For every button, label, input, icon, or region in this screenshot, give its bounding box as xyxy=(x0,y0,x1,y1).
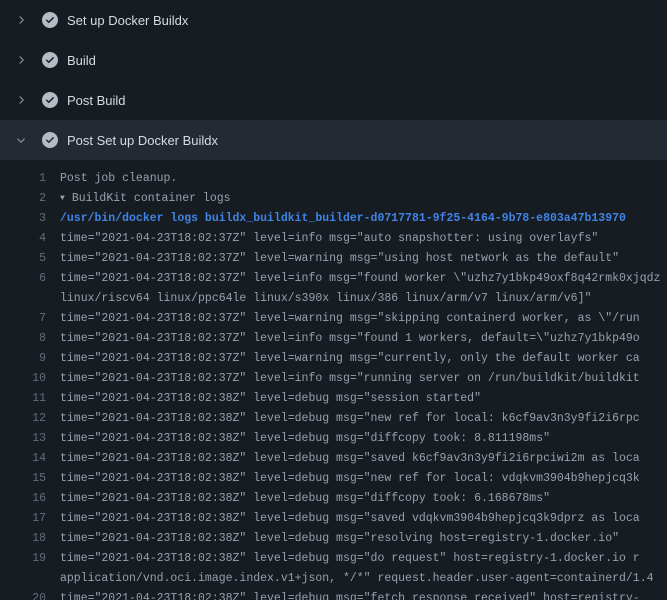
log-text: time="2021-04-23T18:02:38Z" level=debug … xyxy=(60,389,481,409)
log-text: time="2021-04-23T18:02:38Z" level=debug … xyxy=(60,409,640,429)
log-line: 5 time="2021-04-23T18:02:37Z" level=warni… xyxy=(0,249,667,269)
log-text: time="2021-04-23T18:02:37Z" level=info m… xyxy=(60,269,660,289)
line-number[interactable]: 20 xyxy=(0,589,46,600)
check-circle-icon xyxy=(42,52,58,68)
chevron-right-icon xyxy=(13,52,29,68)
log-text: time="2021-04-23T18:02:38Z" level=debug … xyxy=(60,589,640,600)
log-line: linux/riscv64 linux/ppc64le linux/s390x … xyxy=(0,289,667,309)
log-text: time="2021-04-23T18:02:37Z" level=info m… xyxy=(60,369,640,389)
log-lines: 1 Post job cleanup. 2 ▼ BuildKit container l… xyxy=(0,160,667,600)
log-line: 14 time="2021-04-23T18:02:38Z" level=debu… xyxy=(0,449,667,469)
log-text: time="2021-04-23T18:02:37Z" level=info m… xyxy=(60,329,640,349)
log-line: 11 time="2021-04-23T18:02:38Z" level=debu… xyxy=(0,389,667,409)
line-number[interactable]: 8 xyxy=(0,329,46,349)
log-text: time="2021-04-23T18:02:38Z" level=debug … xyxy=(60,469,640,489)
log-text: time="2021-04-23T18:02:38Z" level=debug … xyxy=(60,509,640,529)
log-text: time="2021-04-23T18:02:38Z" level=debug … xyxy=(60,549,640,569)
line-number[interactable]: 1 xyxy=(0,169,46,189)
line-number[interactable]: 19 xyxy=(0,549,46,569)
line-number[interactable]: 14 xyxy=(0,449,46,469)
log-text: time="2021-04-23T18:02:37Z" level=warnin… xyxy=(60,349,640,369)
step-header-set-up-docker-buildx[interactable]: Set up Docker Buildx xyxy=(0,0,667,40)
steps-list: Set up Docker Buildx Build Post Build Post … xyxy=(0,0,667,160)
line-number[interactable]: 11 xyxy=(0,389,46,409)
log-text: time="2021-04-23T18:02:37Z" level=warnin… xyxy=(60,249,619,269)
log-text: time="2021-04-23T18:02:38Z" level=debug … xyxy=(60,429,550,449)
log-line: 19 time="2021-04-23T18:02:38Z" level=debu… xyxy=(0,549,667,569)
line-number[interactable]: 17 xyxy=(0,509,46,529)
step-title: Build xyxy=(67,53,96,68)
step-title: Set up Docker Buildx xyxy=(67,13,188,28)
line-number[interactable]: 4 xyxy=(0,229,46,249)
line-number[interactable]: 15 xyxy=(0,469,46,489)
log-text: time="2021-04-23T18:02:38Z" level=debug … xyxy=(60,529,619,549)
line-number[interactable]: 2 xyxy=(0,189,46,209)
log-line: 8 time="2021-04-23T18:02:37Z" level=info … xyxy=(0,329,667,349)
log-line: 13 time="2021-04-23T18:02:38Z" level=debu… xyxy=(0,429,667,449)
line-number[interactable]: 5 xyxy=(0,249,46,269)
log-text: application/vnd.oci.image.index.v1+json,… xyxy=(60,569,654,589)
command-text: /usr/bin/docker logs buildx_buildkit_bui… xyxy=(60,209,626,229)
check-circle-icon xyxy=(42,92,58,108)
check-circle-icon xyxy=(42,132,58,148)
step-header-post-set-up-docker-buildx[interactable]: Post Set up Docker Buildx xyxy=(0,120,667,160)
log-text: Post job cleanup. xyxy=(60,169,177,189)
log-line: 9 time="2021-04-23T18:02:37Z" level=warni… xyxy=(0,349,667,369)
log-line: 2 ▼ BuildKit container logs xyxy=(0,189,667,209)
step-header-build[interactable]: Build xyxy=(0,40,667,80)
line-number[interactable]: 9 xyxy=(0,349,46,369)
line-number[interactable]: 18 xyxy=(0,529,46,549)
log-line: 4 time="2021-04-23T18:02:37Z" level=info … xyxy=(0,229,667,249)
log-line: 1 Post job cleanup. xyxy=(0,169,667,189)
log-line: 3/usr/bin/docker logs buildx_buildkit_bu… xyxy=(0,209,667,229)
log-line: 15 time="2021-04-23T18:02:38Z" level=debu… xyxy=(0,469,667,489)
log-line: 12 time="2021-04-23T18:02:38Z" level=debu… xyxy=(0,409,667,429)
line-number[interactable]: 7 xyxy=(0,309,46,329)
log-line: 6 time="2021-04-23T18:02:37Z" level=info … xyxy=(0,269,667,289)
log-text: time="2021-04-23T18:02:38Z" level=debug … xyxy=(60,449,640,469)
log-line: 16 time="2021-04-23T18:02:38Z" level=debu… xyxy=(0,489,667,509)
step-title: Post Set up Docker Buildx xyxy=(67,133,218,148)
log-text: linux/riscv64 linux/ppc64le linux/s390x … xyxy=(60,289,591,309)
line-number xyxy=(0,569,46,589)
line-number[interactable]: 16 xyxy=(0,489,46,509)
collapse-triangle-icon[interactable]: ▼ xyxy=(60,189,65,209)
log-line: 17 time="2021-04-23T18:02:38Z" level=debu… xyxy=(0,509,667,529)
line-number[interactable]: 10 xyxy=(0,369,46,389)
line-number[interactable]: 13 xyxy=(0,429,46,449)
line-number xyxy=(0,289,46,309)
step-header-post-build[interactable]: Post Build xyxy=(0,80,667,120)
chevron-right-icon xyxy=(13,12,29,28)
log-text: time="2021-04-23T18:02:37Z" level=info m… xyxy=(60,229,598,249)
line-number[interactable]: 6 xyxy=(0,269,46,289)
group-label: BuildKit container logs xyxy=(72,192,231,205)
check-circle-icon xyxy=(42,12,58,28)
log-line: 18 time="2021-04-23T18:02:38Z" level=debu… xyxy=(0,529,667,549)
step-title: Post Build xyxy=(67,93,126,108)
log-line: 7 time="2021-04-23T18:02:37Z" level=warni… xyxy=(0,309,667,329)
log-line: 20 time="2021-04-23T18:02:38Z" level=debu… xyxy=(0,589,667,600)
line-number[interactable]: 3 xyxy=(0,209,46,229)
chevron-right-icon xyxy=(13,92,29,108)
actions-log-viewer: Set up Docker Buildx Build Post Build Post … xyxy=(0,0,667,600)
log-group: ▼ BuildKit container logs xyxy=(60,189,231,209)
log-line: 10 time="2021-04-23T18:02:37Z" level=info… xyxy=(0,369,667,389)
log-text: time="2021-04-23T18:02:38Z" level=debug … xyxy=(60,489,550,509)
log-text: time="2021-04-23T18:02:37Z" level=warnin… xyxy=(60,309,640,329)
log-line: application/vnd.oci.image.index.v1+json,… xyxy=(0,569,667,589)
line-number[interactable]: 12 xyxy=(0,409,46,429)
chevron-down-icon xyxy=(13,132,29,148)
